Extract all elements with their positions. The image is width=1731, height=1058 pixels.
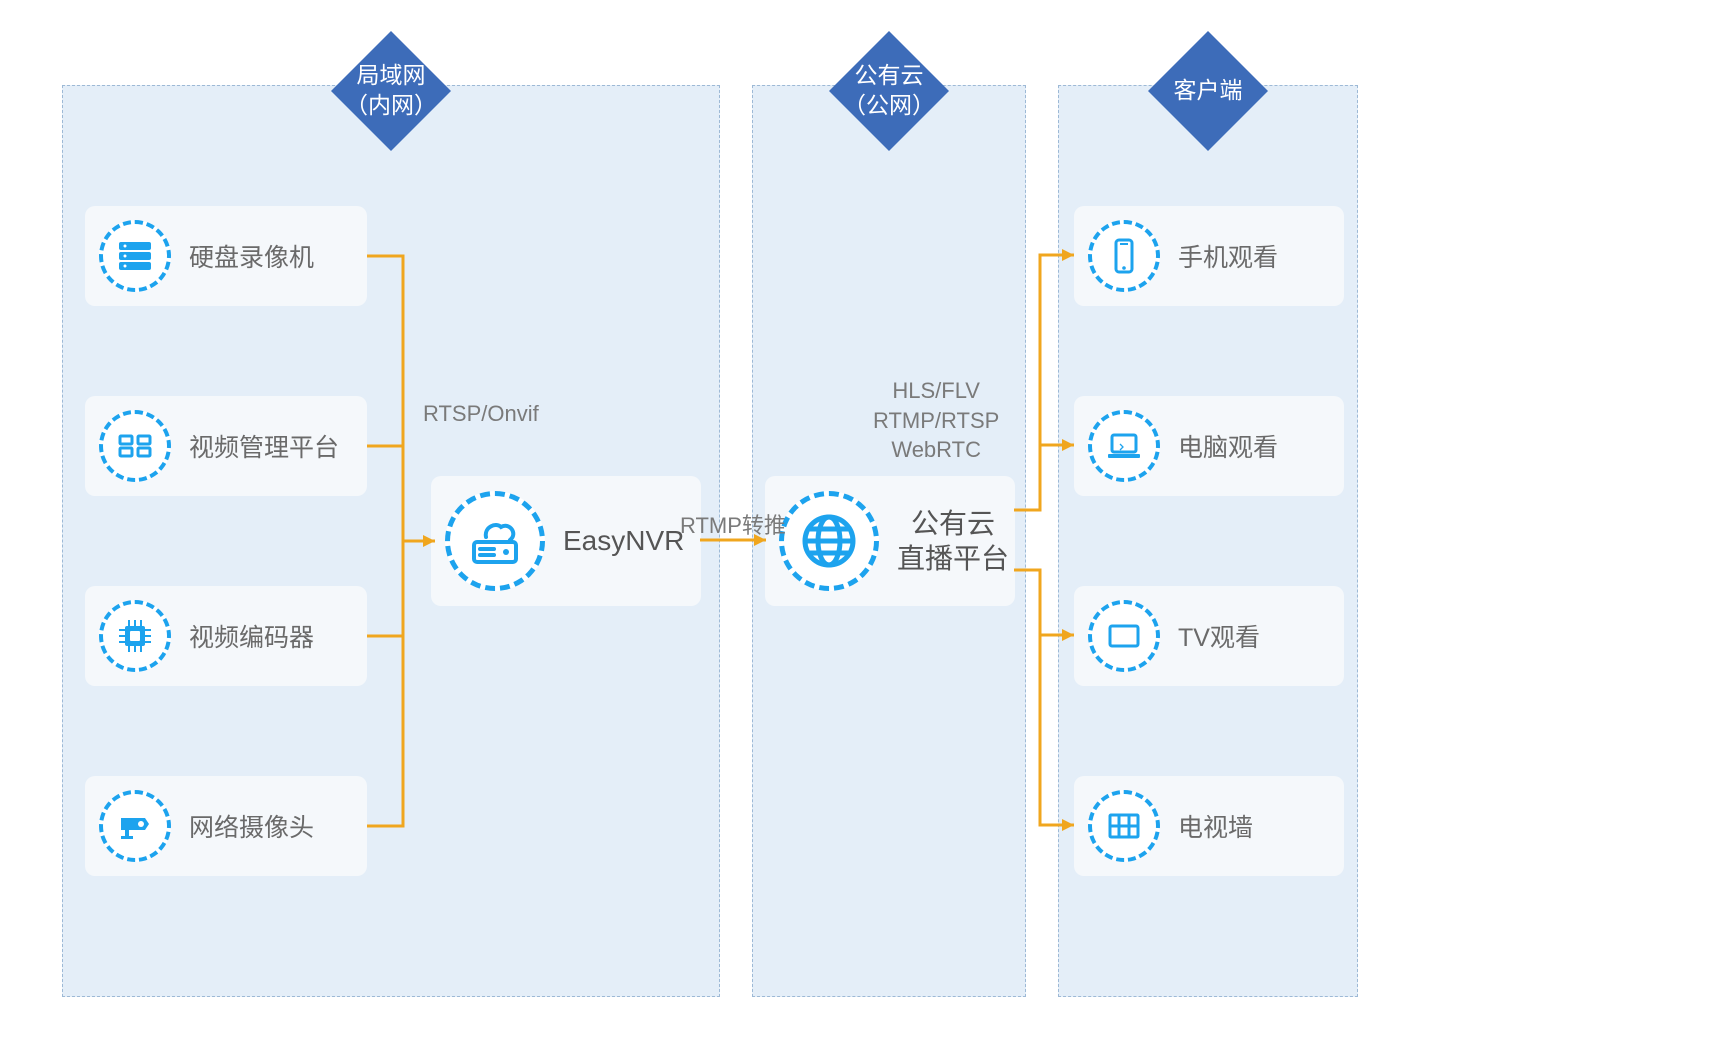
node-wall-label: 电视墙 [1178,808,1253,844]
node-ipcam: 网络摄像头 [85,776,367,876]
zone-client-badge: 客户端 [1148,31,1268,151]
node-easynvr-label: EasyNVR [563,525,684,557]
zone-cloud-badge: 公有云 （公网） [829,31,949,151]
zone-cloud: 公有云 （公网） 公有云直播平台 HLS/FLV RTMP/RTSP WebRT… [752,85,1026,997]
node-mobile-label: 手机观看 [1178,238,1278,274]
smartphone-icon [1088,220,1160,292]
camera-icon [99,790,171,862]
push-protocol-label: RTMP转推 [680,508,786,540]
globe-icon [779,491,879,591]
zone-lan-badge: 局域网 （内网） [331,31,451,151]
videowall-icon [1088,790,1160,862]
zone-client: 客户端 手机观看 电脑观看 TV观看 电视墙 [1058,85,1358,997]
cloud-server-icon [445,491,545,591]
node-tv: TV观看 [1074,586,1344,686]
node-cloud-live: 公有云直播平台 [765,476,1015,606]
node-pc-label: 电脑观看 [1178,428,1278,464]
vms-grid-icon [99,410,171,482]
nvr-disk-icon [99,220,171,292]
node-vms: 视频管理平台 [85,396,367,496]
node-vms-label: 视频管理平台 [189,428,339,464]
input-protocol-label: RTSP/Onvif [423,401,539,427]
zone-lan: 局域网 （内网） 硬盘录像机 视频管理平台 视频编码器 网络摄像头 [62,85,720,997]
chip-icon [99,600,171,672]
node-ipcam-label: 网络摄像头 [189,808,314,844]
node-cloud-live-label: 公有云直播平台 [897,506,1009,576]
node-pc: 电脑观看 [1074,396,1344,496]
node-wall: 电视墙 [1074,776,1344,876]
output-protocols-label: HLS/FLV RTMP/RTSP WebRTC [873,376,999,465]
node-hdr-label: 硬盘录像机 [189,238,314,274]
node-easynvr: EasyNVR [431,476,701,606]
tv-icon [1088,600,1160,672]
laptop-icon [1088,410,1160,482]
node-encoder: 视频编码器 [85,586,367,686]
node-hdr: 硬盘录像机 [85,206,367,306]
node-encoder-label: 视频编码器 [189,618,314,654]
node-mobile: 手机观看 [1074,206,1344,306]
node-tv-label: TV观看 [1178,618,1260,654]
